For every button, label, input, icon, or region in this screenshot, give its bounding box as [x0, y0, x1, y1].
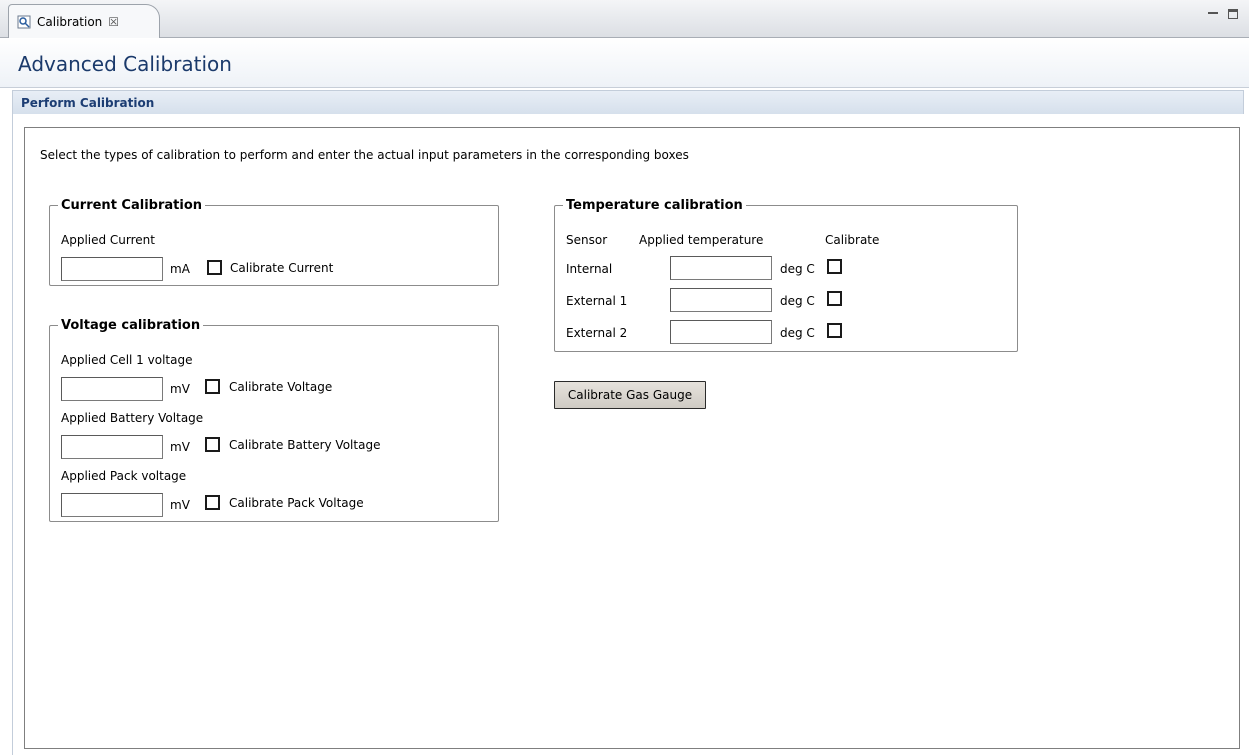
- calibrate-current-checkbox[interactable]: [207, 260, 222, 275]
- instruction-text: Select the types of calibration to perfo…: [40, 148, 689, 162]
- calibration-tab-icon: [17, 15, 31, 29]
- calibrate-voltage-label: Calibrate Voltage: [229, 380, 333, 394]
- cell1-voltage-unit: mV: [170, 382, 190, 396]
- tab-calibration[interactable]: Calibration ☒: [8, 4, 160, 38]
- current-unit-label: mA: [170, 262, 190, 276]
- view-header: Advanced Calibration: [0, 38, 1249, 88]
- calibrate-battery-voltage-checkbox[interactable]: [205, 437, 220, 452]
- sensor-external2-label: External 2: [566, 326, 628, 340]
- calibrate-column-header: Calibrate: [825, 233, 880, 247]
- section-title: Perform Calibration: [21, 96, 155, 110]
- calibrate-battery-voltage-label: Calibrate Battery Voltage: [229, 438, 381, 452]
- current-calibration-group: Current Calibration Applied Current mA C…: [49, 198, 499, 286]
- internal-temperature-unit: deg C: [780, 262, 815, 276]
- external1-temperature-unit: deg C: [780, 294, 815, 308]
- voltage-calibration-legend: Voltage calibration: [61, 318, 201, 333]
- external2-temperature-unit: deg C: [780, 326, 815, 340]
- calibrate-pack-voltage-checkbox[interactable]: [205, 495, 220, 510]
- calibrate-voltage-checkbox[interactable]: [205, 379, 220, 394]
- sensor-column-header: Sensor: [566, 233, 608, 247]
- applied-battery-voltage-label: Applied Battery Voltage: [61, 411, 204, 425]
- section-header: Perform Calibration: [12, 90, 1244, 114]
- window-controls: [1207, 8, 1239, 20]
- calibrate-internal-checkbox[interactable]: [827, 259, 842, 274]
- editor-tab-bar: Calibration ☒: [0, 0, 1249, 38]
- temperature-calibration-group: Temperature calibration Sensor Applied t…: [554, 198, 1018, 352]
- calibrate-current-label: Calibrate Current: [230, 261, 334, 275]
- internal-temperature-input[interactable]: [670, 256, 772, 280]
- minimize-icon[interactable]: [1207, 8, 1219, 20]
- voltage-calibration-group: Voltage calibration Applied Cell 1 volta…: [49, 318, 499, 522]
- applied-current-input[interactable]: [61, 257, 163, 281]
- applied-cell1-voltage-input[interactable]: [61, 377, 163, 401]
- page-title: Advanced Calibration: [18, 52, 232, 76]
- current-calibration-legend: Current Calibration: [61, 198, 203, 213]
- applied-pack-voltage-input[interactable]: [61, 493, 163, 517]
- close-icon[interactable]: ☒: [108, 15, 119, 29]
- applied-pack-voltage-label: Applied Pack voltage: [61, 469, 187, 483]
- sensor-external1-label: External 1: [566, 294, 628, 308]
- applied-temperature-column-header: Applied temperature: [639, 233, 764, 247]
- tab-label: Calibration: [37, 14, 103, 29]
- calibrate-external1-checkbox[interactable]: [827, 291, 842, 306]
- pack-voltage-unit: mV: [170, 498, 190, 512]
- maximize-icon[interactable]: [1227, 8, 1239, 20]
- calibrate-pack-voltage-label: Calibrate Pack Voltage: [229, 496, 364, 510]
- section-border: [12, 114, 13, 755]
- external2-temperature-input[interactable]: [670, 320, 772, 344]
- temperature-calibration-legend: Temperature calibration: [566, 198, 743, 213]
- calibration-panel: Select the types of calibration to perfo…: [24, 127, 1240, 749]
- applied-current-label: Applied Current: [61, 233, 155, 247]
- external1-temperature-input[interactable]: [670, 288, 772, 312]
- sensor-internal-label: Internal: [566, 262, 613, 276]
- calibrate-gas-gauge-button[interactable]: Calibrate Gas Gauge: [554, 381, 706, 409]
- applied-battery-voltage-input[interactable]: [61, 435, 163, 459]
- calibrate-external2-checkbox[interactable]: [827, 323, 842, 338]
- battery-voltage-unit: mV: [170, 440, 190, 454]
- applied-cell1-voltage-label: Applied Cell 1 voltage: [61, 353, 193, 367]
